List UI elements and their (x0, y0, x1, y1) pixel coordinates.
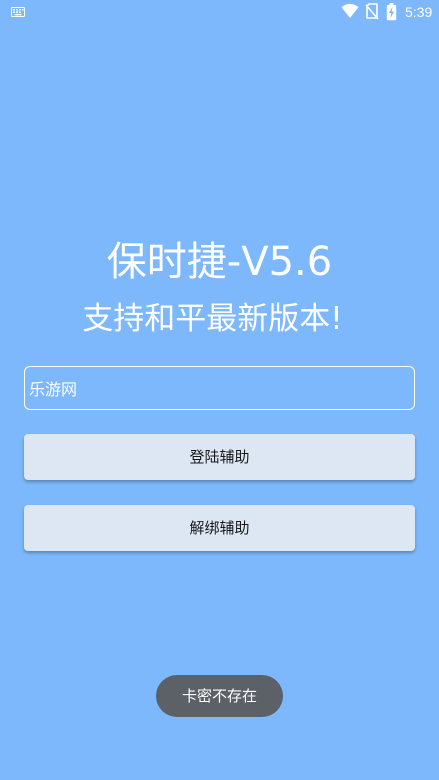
card-key-input[interactable] (24, 366, 415, 410)
wifi-icon (341, 3, 359, 18)
app-subtitle: 支持和平最新版本! (82, 301, 343, 337)
unbind-button[interactable]: 解绑辅助 (24, 505, 415, 551)
keyboard-icon (11, 7, 25, 17)
app-title: 保时捷-V5.6 (106, 239, 333, 285)
toast-message: 卡密不存在 (156, 675, 283, 717)
battery-charging-icon (386, 3, 397, 21)
no-sim-icon (365, 3, 379, 20)
status-time: 5:39 (405, 4, 433, 20)
login-button[interactable]: 登陆辅助 (24, 434, 415, 480)
status-bar: 5:39 (0, 0, 439, 24)
